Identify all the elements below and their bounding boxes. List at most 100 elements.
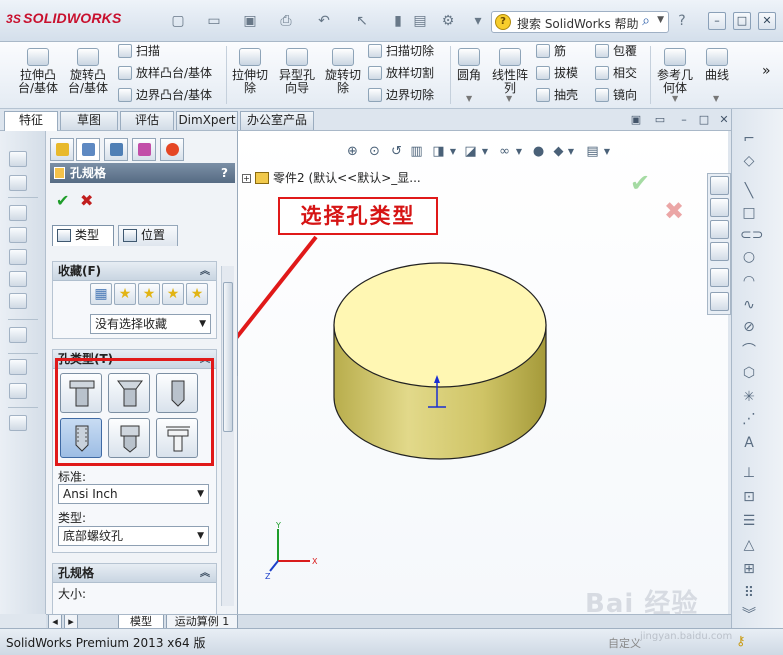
scrollbar-thumb[interactable]: [223, 282, 233, 432]
rib-button[interactable]: 筋: [536, 42, 566, 60]
graphics-area[interactable]: ⊕ ⊙ ↺ ▥ ◨ ▼ ◪ ▼ ∞ ▼ ● ◆ ▼ ▤ ▼ ▣ ▭ – □ ✕ …: [238, 113, 729, 614]
solidworks-logo[interactable]: 3S SOLIDWORKS: [6, 10, 122, 26]
toolbar-tool-icon[interactable]: [9, 415, 27, 431]
document-maximize-button[interactable]: □: [696, 113, 712, 127]
view-palette-icon[interactable]: [710, 242, 729, 261]
draft-button[interactable]: 拔模: [536, 64, 578, 82]
scroll-right-icon[interactable]: ▸: [64, 615, 78, 629]
help-icon[interactable]: ?: [672, 12, 692, 30]
delete-favorite-icon[interactable]: ★: [138, 283, 160, 305]
save-icon[interactable]: ▣: [240, 12, 260, 30]
key-icon[interactable]: ⚷: [736, 634, 746, 649]
extrude-boss-button[interactable]: 拉伸凸 台/基体: [16, 48, 60, 95]
toolbar-tool-icon[interactable]: [9, 205, 27, 221]
tab-features[interactable]: 特征: [4, 111, 58, 131]
open-file-icon[interactable]: ▭: [204, 12, 224, 30]
favorites-select[interactable]: 没有选择收藏 ▼: [90, 314, 211, 334]
document-minimize-button[interactable]: –: [676, 113, 692, 127]
document-close-button[interactable]: ✕: [716, 113, 732, 127]
favorites-header[interactable]: 收藏(F) ︽: [53, 262, 216, 281]
centerline-icon[interactable]: ⋰: [740, 411, 758, 427]
line-icon[interactable]: ╲: [740, 183, 758, 199]
circle-icon[interactable]: ○: [740, 249, 758, 265]
point-icon[interactable]: ✳: [740, 389, 758, 405]
curves-button[interactable]: 曲线: [700, 48, 734, 82]
save-favorite-icon[interactable]: ★: [162, 283, 184, 305]
revolve-cut-button[interactable]: 旋转切 除: [322, 48, 364, 95]
toolbar-tool-icon[interactable]: [9, 383, 27, 399]
tab-model[interactable]: 模型: [118, 615, 164, 629]
property-manager-scrollbar[interactable]: [221, 266, 234, 606]
tab-type[interactable]: 类型: [52, 225, 114, 246]
select-icon[interactable]: ↖: [352, 12, 372, 30]
fillet-sketch-icon[interactable]: ⌒: [740, 343, 758, 359]
smart-dimension-icon[interactable]: ◇: [740, 153, 758, 169]
options-icon[interactable]: ⚙: [438, 12, 458, 30]
tab-office-products[interactable]: 办公室产品: [240, 111, 314, 130]
unit-system-button[interactable]: 自定义: [608, 635, 641, 651]
rectangle-icon[interactable]: □: [740, 205, 758, 221]
custom-properties-icon[interactable]: [710, 292, 729, 311]
curves-dropdown-icon[interactable]: ▼: [713, 94, 719, 103]
plane-icon[interactable]: ⊥: [740, 465, 758, 481]
tile-icon[interactable]: ▭: [652, 113, 668, 127]
hole-spec-header[interactable]: 孔规格 ︽: [53, 564, 216, 583]
ribbon-more-button[interactable]: »: [762, 62, 771, 80]
text-icon[interactable]: A: [740, 435, 758, 451]
cancel-button[interactable]: ✖: [80, 191, 93, 210]
boundary-cut-button[interactable]: 边界切除: [368, 86, 434, 104]
slot-icon[interactable]: ⊂⊃: [740, 227, 763, 243]
hole-wizard-button[interactable]: 异型孔 向导: [275, 48, 319, 95]
undo-icon[interactable]: ↶: [314, 12, 334, 30]
sketch-icon[interactable]: ⌐: [740, 131, 758, 147]
loft-boss-button[interactable]: 放样凸台/基体: [118, 64, 212, 82]
standard-select[interactable]: Ansi Inch ▼: [58, 484, 209, 504]
new-file-icon[interactable]: ▢: [168, 12, 188, 30]
toolbar-tool-icon[interactable]: [9, 293, 27, 309]
tab-motion-study[interactable]: 运动算例 1: [166, 615, 238, 629]
help-search-input[interactable]: 搜索 SolidWorks 帮助: [517, 15, 639, 32]
toolbar-tool-icon[interactable]: [9, 327, 27, 343]
tab-evaluate[interactable]: 评估: [120, 111, 174, 130]
appearances-icon[interactable]: [710, 268, 729, 287]
design-library-icon[interactable]: [710, 198, 729, 217]
feature-manager-tab[interactable]: [50, 138, 74, 161]
dimxpert-manager-tab[interactable]: [132, 138, 156, 161]
intersect-button[interactable]: 相交: [595, 64, 637, 82]
add-favorite-icon[interactable]: ★: [114, 283, 136, 305]
rebuild-icon[interactable]: ▮: [388, 12, 408, 30]
maximize-button[interactable]: □: [733, 12, 751, 30]
extrude-cut-button[interactable]: 拉伸切 除: [229, 48, 271, 95]
toolbar-tool-icon[interactable]: [9, 227, 27, 243]
chevron-up-icon[interactable]: ︽: [200, 262, 210, 281]
chevron-down-icon[interactable]: ▼: [657, 15, 664, 25]
tab-dimxpert[interactable]: DimXpert: [176, 111, 238, 130]
display-manager-tab[interactable]: [160, 138, 184, 161]
restore-icon[interactable]: ▣: [628, 113, 644, 127]
shell-button[interactable]: 抽壳: [536, 86, 578, 104]
help-icon[interactable]: ?: [221, 163, 228, 183]
minimize-button[interactable]: –: [708, 12, 726, 30]
toolbar-tool-icon[interactable]: [9, 249, 27, 265]
file-explorer-icon[interactable]: [710, 220, 729, 239]
wrap-button[interactable]: 包覆: [595, 42, 637, 60]
configuration-manager-tab[interactable]: [104, 138, 128, 161]
tab-position[interactable]: 位置: [118, 225, 178, 246]
tab-sketch[interactable]: 草图: [60, 111, 118, 130]
mirror-button[interactable]: 镜向: [595, 86, 637, 104]
linear-pattern-button[interactable]: 线性阵 列: [488, 48, 532, 95]
offset-entities-icon[interactable]: ☰: [740, 513, 758, 529]
convert-entities-icon[interactable]: ⊡: [740, 489, 758, 505]
property-manager-tab[interactable]: [76, 138, 100, 161]
fillet-dropdown-icon[interactable]: ▼: [466, 94, 472, 103]
file-properties-icon[interactable]: ▤: [410, 12, 430, 30]
search-icon[interactable]: ⌕: [642, 13, 650, 29]
spline-icon[interactable]: ∿: [740, 297, 758, 313]
chevron-up-icon[interactable]: ︽: [200, 564, 210, 583]
revolve-boss-button[interactable]: 旋转凸 台/基体: [64, 48, 112, 95]
mirror-sketch-icon[interactable]: ⊞: [740, 561, 758, 577]
sweep-button[interactable]: 扫描: [118, 42, 160, 60]
scroll-left-icon[interactable]: ◂: [48, 615, 62, 629]
toolbar-tool-icon[interactable]: [9, 359, 27, 375]
reference-geometry-button[interactable]: 参考几 何体: [654, 48, 696, 95]
